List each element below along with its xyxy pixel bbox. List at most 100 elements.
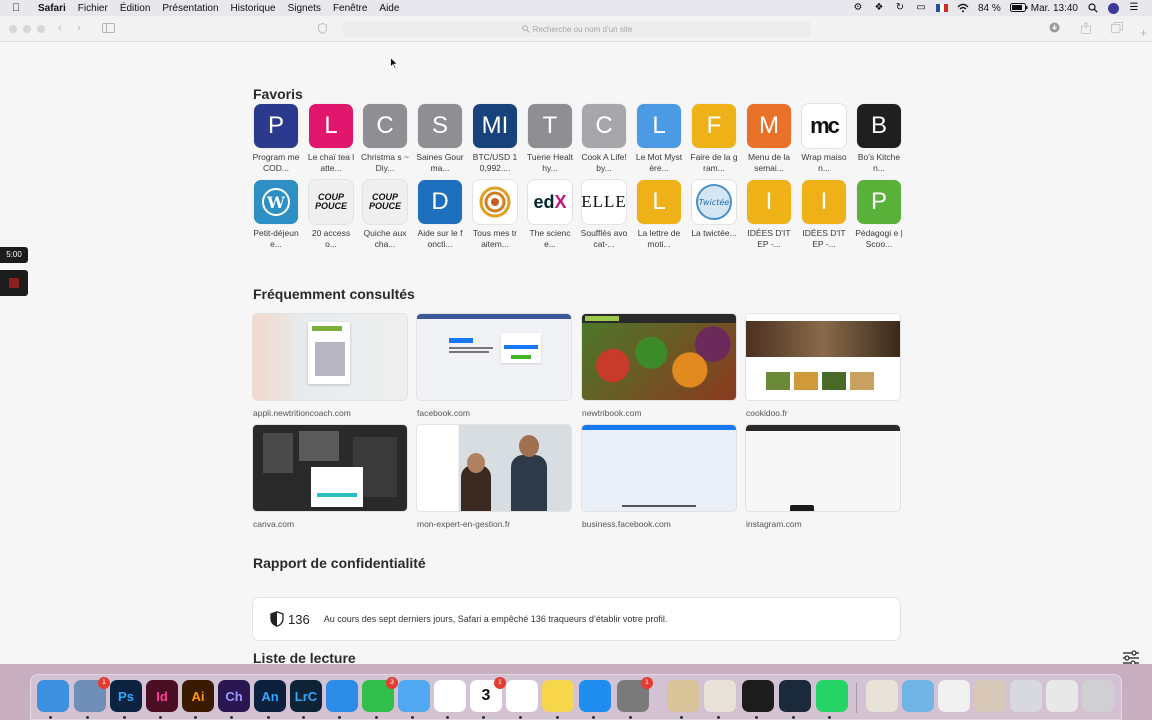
favorite-item[interactable]: C Cook A Life! by... [581, 104, 627, 173]
privacy-report-card[interactable]: 136 Au cours des sept derniers jours, Sa… [253, 598, 900, 640]
dock-trash-icon[interactable] [1082, 680, 1114, 712]
frequent-item-newtritioncoach[interactable]: appli.newtritioncoach.com [253, 314, 407, 418]
favorite-item[interactable]: F Faire de la gram... [690, 104, 738, 173]
dock-character-animator-icon[interactable]: Ch [218, 680, 250, 712]
dock-messages-icon[interactable] [398, 680, 430, 712]
favorite-item[interactable]: I IDÉES D'ITEP -... [801, 180, 847, 249]
favorite-item[interactable]: T Tuerie Healthy... [527, 104, 573, 173]
zoom-window-button[interactable] [37, 24, 45, 33]
favorite-item[interactable]: COUP POUCE Quiche aux cha... [362, 180, 408, 249]
stop-recording-button[interactable] [0, 270, 28, 296]
dock-photoshop-icon[interactable]: Ps [110, 680, 142, 712]
menu-aide[interactable]: Aide [379, 3, 399, 14]
favorite-item[interactable]: W Petit-déjeune... [253, 180, 299, 249]
dock-notes-icon[interactable] [542, 680, 574, 712]
siri-icon[interactable] [1108, 2, 1119, 14]
sidebar-toggle-icon[interactable] [102, 23, 115, 36]
dock-file-doc-icon[interactable] [938, 680, 970, 712]
dock-photos-icon[interactable] [434, 680, 466, 712]
dock-screenshot-1-icon[interactable] [974, 680, 1006, 712]
dock-kindle-icon[interactable] [779, 680, 811, 712]
favorite-item[interactable]: ELLE Soufflés avocat-... [581, 180, 627, 249]
dock-illustrator-icon[interactable]: Ai [182, 680, 214, 712]
frequent-thumbnail [746, 314, 900, 400]
dock-home-folder-icon[interactable] [866, 680, 898, 712]
recording-timer[interactable]: 5:00 [0, 247, 28, 263]
dock-finder-icon[interactable] [37, 680, 69, 712]
gear-status-icon[interactable]: ⚙ [852, 3, 864, 13]
dock-script-editor-icon[interactable] [704, 680, 736, 712]
favorite-item[interactable]: L La lettre de moti... [636, 180, 682, 249]
favorite-item[interactable]: P Pédagogi e | Scoo... [855, 180, 903, 249]
time-machine-icon[interactable]: ↻ [894, 3, 906, 13]
favorite-label: Program me COD... [252, 152, 300, 173]
menu-fichier[interactable]: Fichier [78, 3, 108, 14]
dock-app-store-icon[interactable] [579, 680, 611, 712]
apple-menu-icon[interactable]:  [12, 2, 30, 14]
frequent-item-business-facebook[interactable]: business.facebook.com [582, 425, 736, 529]
frequent-item-facebook[interactable]: facebook.com [417, 314, 571, 418]
favorite-item[interactable]: D Aide sur le foncti... [417, 180, 463, 249]
display-icon[interactable]: ▭ [915, 3, 927, 13]
new-tab-icon[interactable]: + [1140, 26, 1147, 40]
wifi-icon[interactable] [957, 3, 969, 13]
favorite-item[interactable]: I IDÉES D'ITEP -... [746, 180, 792, 249]
favorite-item[interactable]: C Christma s ~ Diy... [361, 104, 409, 173]
favorite-item[interactable]: P Program me COD... [253, 104, 299, 173]
dock-whatsapp-icon[interactable] [816, 680, 848, 712]
customize-start-page-icon[interactable] [1122, 650, 1140, 664]
dock-system-preferences-icon[interactable]: 1 [617, 677, 653, 712]
favorite-item[interactable]: ed X The science... [527, 180, 573, 249]
dock-facetime-icon[interactable]: 3 [362, 677, 398, 712]
dock-applications-folder-icon[interactable] [902, 680, 934, 712]
battery-icon[interactable] [1009, 3, 1028, 13]
favorite-item[interactable]: Twictée La twictée... [691, 180, 737, 249]
menu-signets[interactable]: Signets [288, 3, 321, 14]
downloads-icon[interactable] [1049, 22, 1060, 36]
clock[interactable]: Mar. 13:40 [1031, 3, 1078, 14]
dock-reminders-icon[interactable] [506, 680, 538, 712]
favorite-item[interactable]: Tous mes traitem... [472, 180, 518, 249]
dock-lightroom-classic-icon[interactable]: LrC [290, 680, 322, 712]
notification-center-icon[interactable]: ☰ [1128, 3, 1140, 13]
close-window-button[interactable] [9, 24, 17, 33]
privacy-shield-icon[interactable] [318, 22, 327, 37]
dock-keychain-icon[interactable] [667, 680, 699, 712]
menu-presentation[interactable]: Présentation [162, 3, 218, 14]
favorite-item[interactable]: COUP POUCE 20 accesso... [308, 180, 354, 249]
dock-screenshot-2-icon[interactable] [1010, 680, 1042, 712]
menu-fenetre[interactable]: Fenêtre [333, 3, 367, 14]
spotlight-search-icon[interactable] [1087, 3, 1099, 13]
frequent-item-cookidoo[interactable]: cookidoo.fr [746, 314, 900, 418]
dock-indesign-icon[interactable]: Id [146, 680, 178, 712]
frequent-item-canva[interactable]: canva.com [253, 425, 407, 529]
minimize-window-button[interactable] [23, 24, 31, 33]
menu-historique[interactable]: Historique [231, 3, 276, 14]
dock-safari-icon[interactable] [326, 680, 358, 712]
share-icon[interactable] [1081, 21, 1091, 37]
dock-screenshot-3-icon[interactable] [1046, 680, 1078, 712]
menu-app-name[interactable]: Safari [38, 3, 66, 14]
favorite-item[interactable]: L Le Mot Mystère... [636, 104, 682, 173]
favorite-item[interactable]: M Menu de la semai... [746, 104, 792, 173]
dock-activity-monitor-icon[interactable] [742, 680, 774, 712]
favorite-item[interactable]: B Bo's Kitchen... [856, 104, 902, 173]
favorite-item[interactable]: mc Wrap maison... [801, 104, 847, 173]
back-icon[interactable]: ‹ [58, 22, 62, 34]
favorite-item[interactable]: S Saines Gourma... [416, 104, 464, 173]
frequent-item-instagram[interactable]: instagram.com [746, 425, 900, 529]
forward-icon[interactable]: › [77, 22, 81, 34]
dropbox-icon[interactable]: ❖ [873, 3, 885, 13]
favorite-item[interactable]: L Le chaï tea latte... [308, 104, 354, 173]
frequent-item-mon-expert[interactable]: mon-expert-en-gestion.fr [417, 425, 571, 529]
favorite-label: IDÉES D'ITEP -... [802, 228, 846, 249]
address-bar[interactable]: Recherche ou nom d’un site [343, 21, 811, 37]
dock-preview-icon[interactable]: 1 [74, 677, 110, 712]
dock-animate-icon[interactable]: An [254, 680, 286, 712]
dock-calendar-icon[interactable]: 31 [470, 677, 506, 712]
favorite-item[interactable]: MI BTC/USD 10,992.... [472, 104, 518, 173]
menu-edition[interactable]: Édition [120, 3, 151, 14]
input-source-flag-icon[interactable] [935, 4, 948, 12]
tab-overview-icon[interactable] [1111, 22, 1123, 36]
frequent-item-newtribook[interactable]: newtribook.com [582, 314, 736, 418]
